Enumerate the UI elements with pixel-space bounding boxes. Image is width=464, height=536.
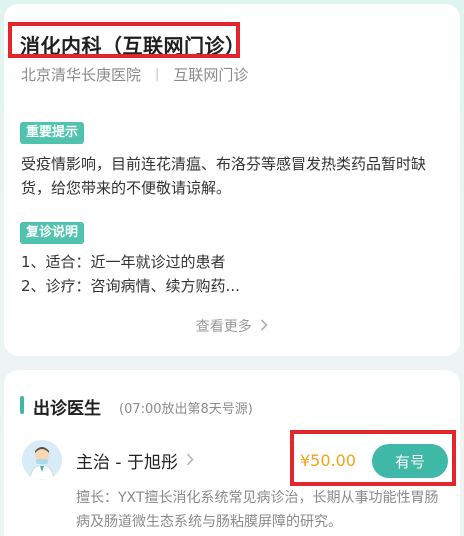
clinic-info-card: 消化内科（互联网门诊） 北京清华长庚医院 | 互联网门诊 重要提示 受疫情影响，… bbox=[4, 4, 460, 356]
notice-text: 受疫情影响，目前连花清瘟、布洛芬等感冒发热类药品暂时缺货，给您带来的不便敬请谅解… bbox=[21, 155, 427, 197]
see-more-label: 查看更多 bbox=[195, 319, 252, 335]
revisit-tag: 复诊说明 bbox=[20, 222, 85, 244]
hospital-line: 北京清华长庚医院 | 互联网门诊 bbox=[21, 64, 248, 85]
section-note: (07:00放出第8天号源) bbox=[119, 402, 253, 417]
revisit-line-1: 1、适合：近一年就诊过的患者 bbox=[21, 253, 226, 271]
doctor-name: 主治 - 于旭彤 bbox=[76, 453, 178, 473]
doctor-name-link[interactable]: 主治 - 于旭彤 bbox=[76, 448, 194, 473]
doctor-avatar-icon[interactable] bbox=[22, 440, 62, 480]
revisit-line-2: 2、诊疗：咨询病情、续方购药... bbox=[21, 277, 240, 295]
clinic-type: 互联网门诊 bbox=[173, 66, 249, 84]
hospital-name: 北京清华长庚医院 bbox=[21, 66, 142, 84]
chevron-right-icon bbox=[186, 450, 194, 471]
notice-tag: 重要提示 bbox=[20, 122, 85, 144]
book-available-button[interactable]: 有号 bbox=[372, 444, 448, 478]
section-accent-bar bbox=[20, 396, 24, 414]
see-more-link[interactable]: 查看更多 bbox=[4, 316, 460, 336]
section-title: 出诊医生 bbox=[33, 399, 101, 419]
consultation-price: ¥50.00 bbox=[300, 451, 356, 470]
doctor-list-card: 出诊医生 (07:00放出第8天号源) 主治 - 于旭彤 ¥50.00 有号 擅… bbox=[4, 370, 460, 536]
department-title: 消化内科（互联网门诊） bbox=[20, 34, 246, 58]
doctor-description: 擅长：YXT擅长消化系统常见病诊治，长期从事功能性胃肠病及肠道微生态系统与肠粘膜… bbox=[76, 490, 439, 530]
chevron-right-icon bbox=[260, 319, 268, 335]
separator: | bbox=[155, 67, 160, 82]
